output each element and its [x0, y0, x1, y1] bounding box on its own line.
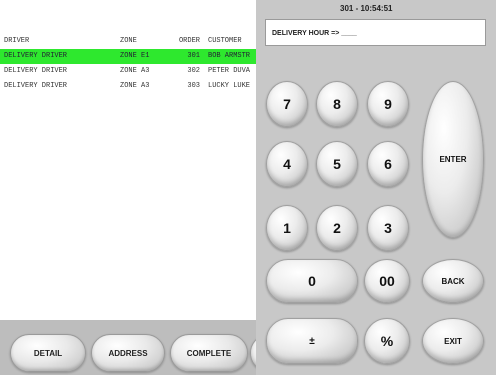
cell-customer: BOB ARMSTR	[208, 52, 251, 60]
column-header-order: ORDER	[178, 37, 200, 45]
cell-zone: ZONE A3	[120, 67, 150, 75]
key-6[interactable]: 6	[367, 141, 409, 187]
cell-order: 302	[187, 67, 200, 75]
cell-driver: DELIVERY DRIVER	[4, 67, 68, 75]
cell-zone: ZONE E1	[120, 52, 150, 60]
cell-driver: DELIVERY DRIVER	[4, 52, 68, 60]
table-row[interactable]: DELIVERY DRIVER ZONE E1 301 BOB ARMSTR	[0, 49, 256, 64]
cell-order: 301	[187, 52, 200, 60]
table-header: DRIVER ZONE ORDER CUSTOMER	[0, 34, 256, 49]
key-1[interactable]: 1	[266, 205, 308, 251]
key-2[interactable]: 2	[316, 205, 358, 251]
order-time-status: 301 - 10:54:51	[340, 4, 393, 13]
status-bar: 301 - 10:54:51	[256, 0, 496, 16]
key-9[interactable]: 9	[367, 81, 409, 127]
delivery-hour-prompt: DELIVERY HOUR => ____	[272, 30, 357, 37]
key-00[interactable]: 00	[364, 259, 410, 303]
key-5[interactable]: 5	[316, 141, 358, 187]
key-7[interactable]: 7	[266, 81, 308, 127]
column-header-customer: CUSTOMER	[208, 37, 242, 45]
key-3[interactable]: 3	[367, 205, 409, 251]
cell-order: 303	[187, 82, 200, 90]
address-button[interactable]: ADDRESS	[91, 334, 165, 372]
cell-driver: DELIVERY DRIVER	[4, 82, 68, 90]
table-row[interactable]: DELIVERY DRIVER ZONE A3 302 PETER DUVA	[0, 64, 256, 79]
action-tabbar: DETAIL ADDRESS COMPLETE	[0, 320, 256, 375]
complete-button[interactable]: COMPLETE	[170, 334, 248, 372]
order-list-panel: DRIVER ZONE ORDER CUSTOMER DELIVERY DRIV…	[0, 0, 257, 320]
cell-zone: ZONE A3	[120, 82, 150, 90]
key-4[interactable]: 4	[266, 141, 308, 187]
enter-button[interactable]: ENTER	[422, 81, 484, 238]
column-header-driver: DRIVER	[4, 37, 30, 45]
key-0[interactable]: 0	[266, 259, 358, 303]
key-percent[interactable]: %	[364, 318, 410, 364]
detail-button[interactable]: DETAIL	[10, 334, 86, 372]
key-plus-minus[interactable]: ±	[266, 318, 358, 364]
keypad-panel: 301 - 10:54:51 DELIVERY HOUR => ____ 7 8…	[256, 0, 496, 375]
cell-customer: PETER DUVA	[208, 67, 251, 75]
table-row[interactable]: DELIVERY DRIVER ZONE A3 303 LUCKY LUKE	[0, 79, 256, 94]
back-button[interactable]: BACK	[422, 259, 484, 303]
input-prompt-box[interactable]: DELIVERY HOUR => ____	[265, 19, 486, 46]
key-8[interactable]: 8	[316, 81, 358, 127]
app-window: DRIVER ZONE ORDER CUSTOMER DELIVERY DRIV…	[0, 0, 496, 375]
cell-customer: LUCKY LUKE	[208, 82, 251, 90]
column-header-zone: ZONE	[120, 37, 137, 45]
exit-button[interactable]: EXIT	[422, 318, 484, 364]
